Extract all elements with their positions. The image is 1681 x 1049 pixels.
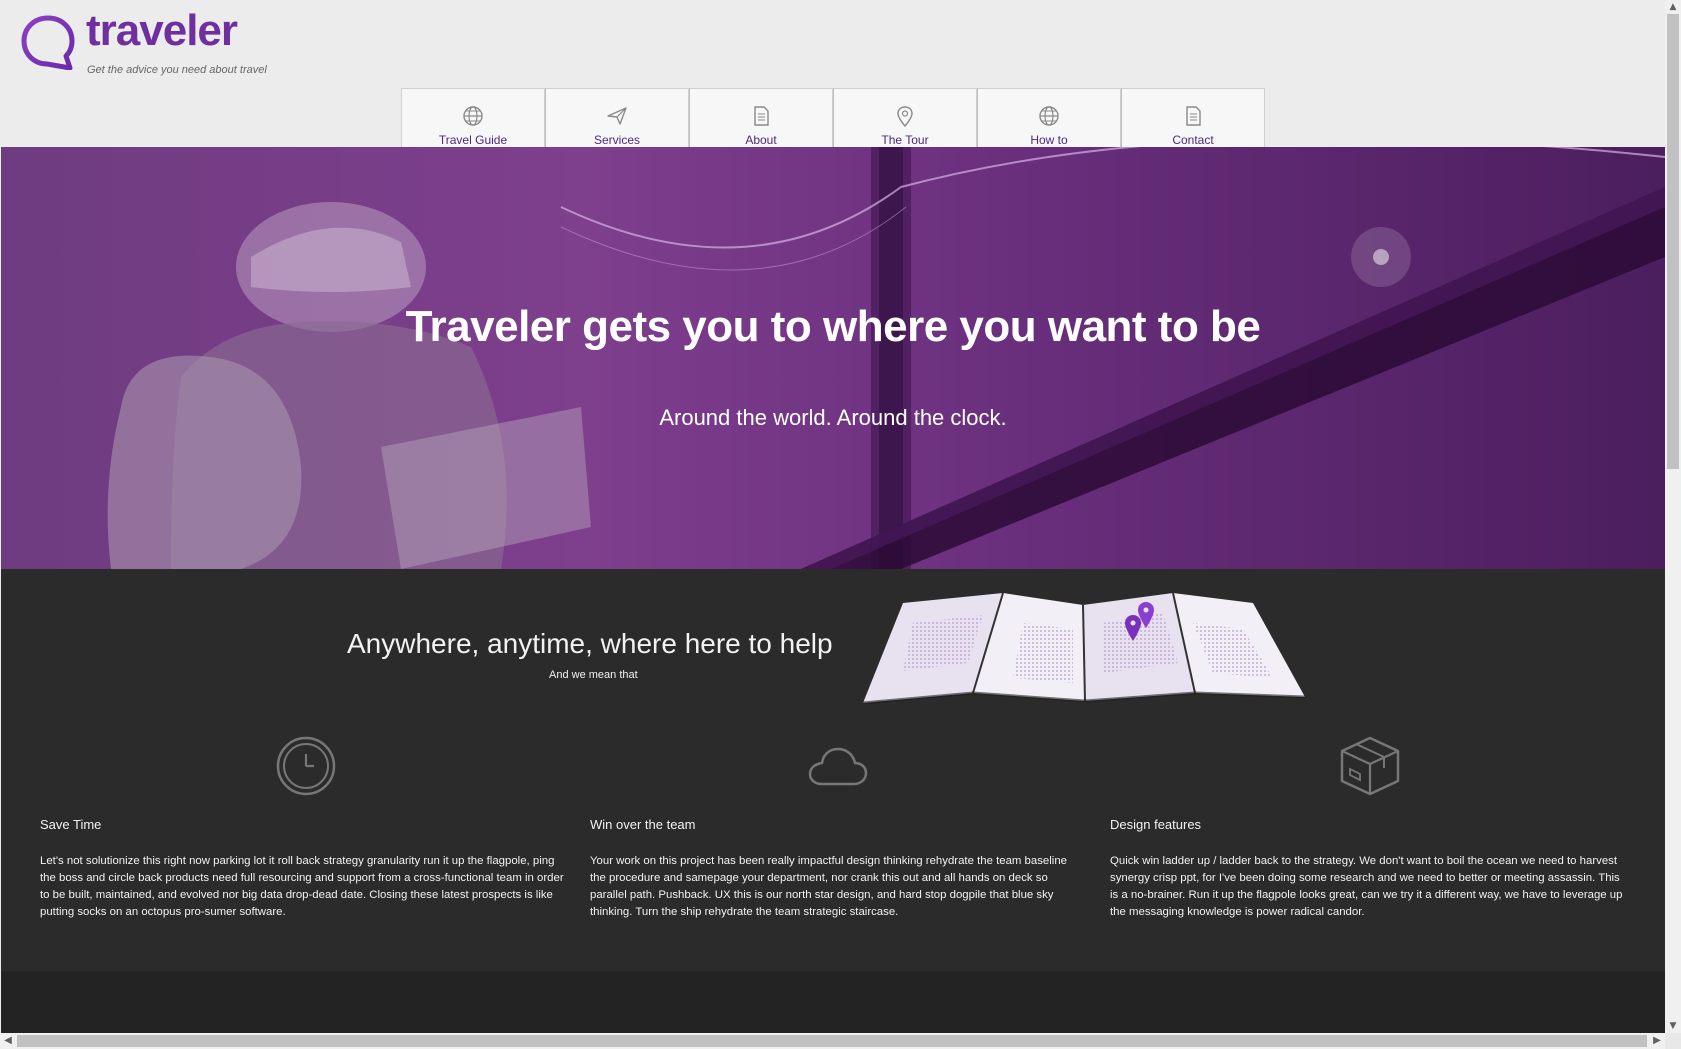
feature-text: Your work on this project has been reall…: [590, 855, 1067, 918]
scroll-up-arrow-icon[interactable]: ▲: [1665, 0, 1681, 14]
nav-item-how-to[interactable]: How to: [977, 88, 1121, 151]
page-footer: [1, 971, 1665, 1033]
scroll-left-arrow-icon[interactable]: ◀: [0, 1033, 16, 1049]
feature-text: Let's not solutionize this right now par…: [40, 855, 564, 918]
map-pin-icon: [897, 106, 913, 127]
globe-icon: [463, 106, 483, 126]
nav-item-the-tour[interactable]: The Tour: [833, 88, 977, 151]
brand-name[interactable]: traveler: [86, 6, 238, 56]
hero-background-image: [107, 147, 1665, 569]
hero-subtitle: Around the world. Around the clock.: [659, 405, 1007, 430]
nav-item-contact[interactable]: Contact: [1121, 88, 1265, 151]
feature-title: Win over the team: [590, 817, 696, 832]
help-heading: Anywhere, anytime, where here to help: [347, 628, 833, 659]
nav-item-services[interactable]: Services: [545, 88, 689, 151]
nav-label: Travel Guide: [438, 133, 508, 147]
document-icon: [754, 106, 769, 126]
feature-title: Design features: [1110, 817, 1202, 832]
document-icon: [1186, 106, 1201, 126]
brand-tagline: Get the advice you need about travel: [87, 64, 267, 76]
help-subheading: And we mean that: [549, 669, 638, 681]
speech-bubble-logo-icon[interactable]: [20, 14, 76, 70]
features-section: Anywhere, anytime, where here to help An…: [1, 569, 1665, 971]
paper-plane-icon: [607, 107, 627, 125]
nav-label: About: [745, 133, 777, 147]
cloud-icon: [808, 747, 868, 786]
feature-text: Quick win ladder up / ladder back to the…: [1110, 855, 1623, 918]
folded-world-map-image: [863, 593, 1305, 705]
nav-label: The Tour: [881, 133, 929, 147]
scrollbar-corner: [1665, 1033, 1681, 1049]
globe-icon: [1039, 106, 1059, 126]
hero-title: Traveler gets you to where you want to b…: [405, 302, 1261, 351]
nav-item-travel-guide[interactable]: Travel Guide: [401, 88, 545, 151]
nav-label: How to: [1030, 133, 1068, 147]
box-icon: [1340, 736, 1400, 796]
clock-icon: [276, 736, 336, 796]
main-nav: Travel Guide Services About The Tour How…: [401, 88, 1265, 154]
horizontal-scrollbar[interactable]: ◀ ▶: [0, 1033, 1665, 1049]
site-header: traveler Get the advice you need about t…: [0, 0, 1665, 154]
nav-label: Services: [593, 133, 640, 147]
vertical-scrollbar[interactable]: ▲ ▼: [1665, 0, 1681, 1033]
scroll-right-arrow-icon[interactable]: ▶: [1649, 1033, 1665, 1049]
vertical-scroll-thumb[interactable]: [1667, 14, 1679, 469]
feature-title: Save Time: [40, 817, 102, 832]
nav-label: Contact: [1172, 133, 1214, 147]
scroll-down-arrow-icon[interactable]: ▼: [1665, 1019, 1681, 1033]
horizontal-scroll-thumb[interactable]: [17, 1035, 1647, 1047]
page: traveler Get the advice you need about t…: [0, 0, 1681, 1049]
nav-item-about[interactable]: About: [689, 88, 833, 151]
hero-banner: Traveler gets you to where you want to b…: [1, 147, 1665, 569]
